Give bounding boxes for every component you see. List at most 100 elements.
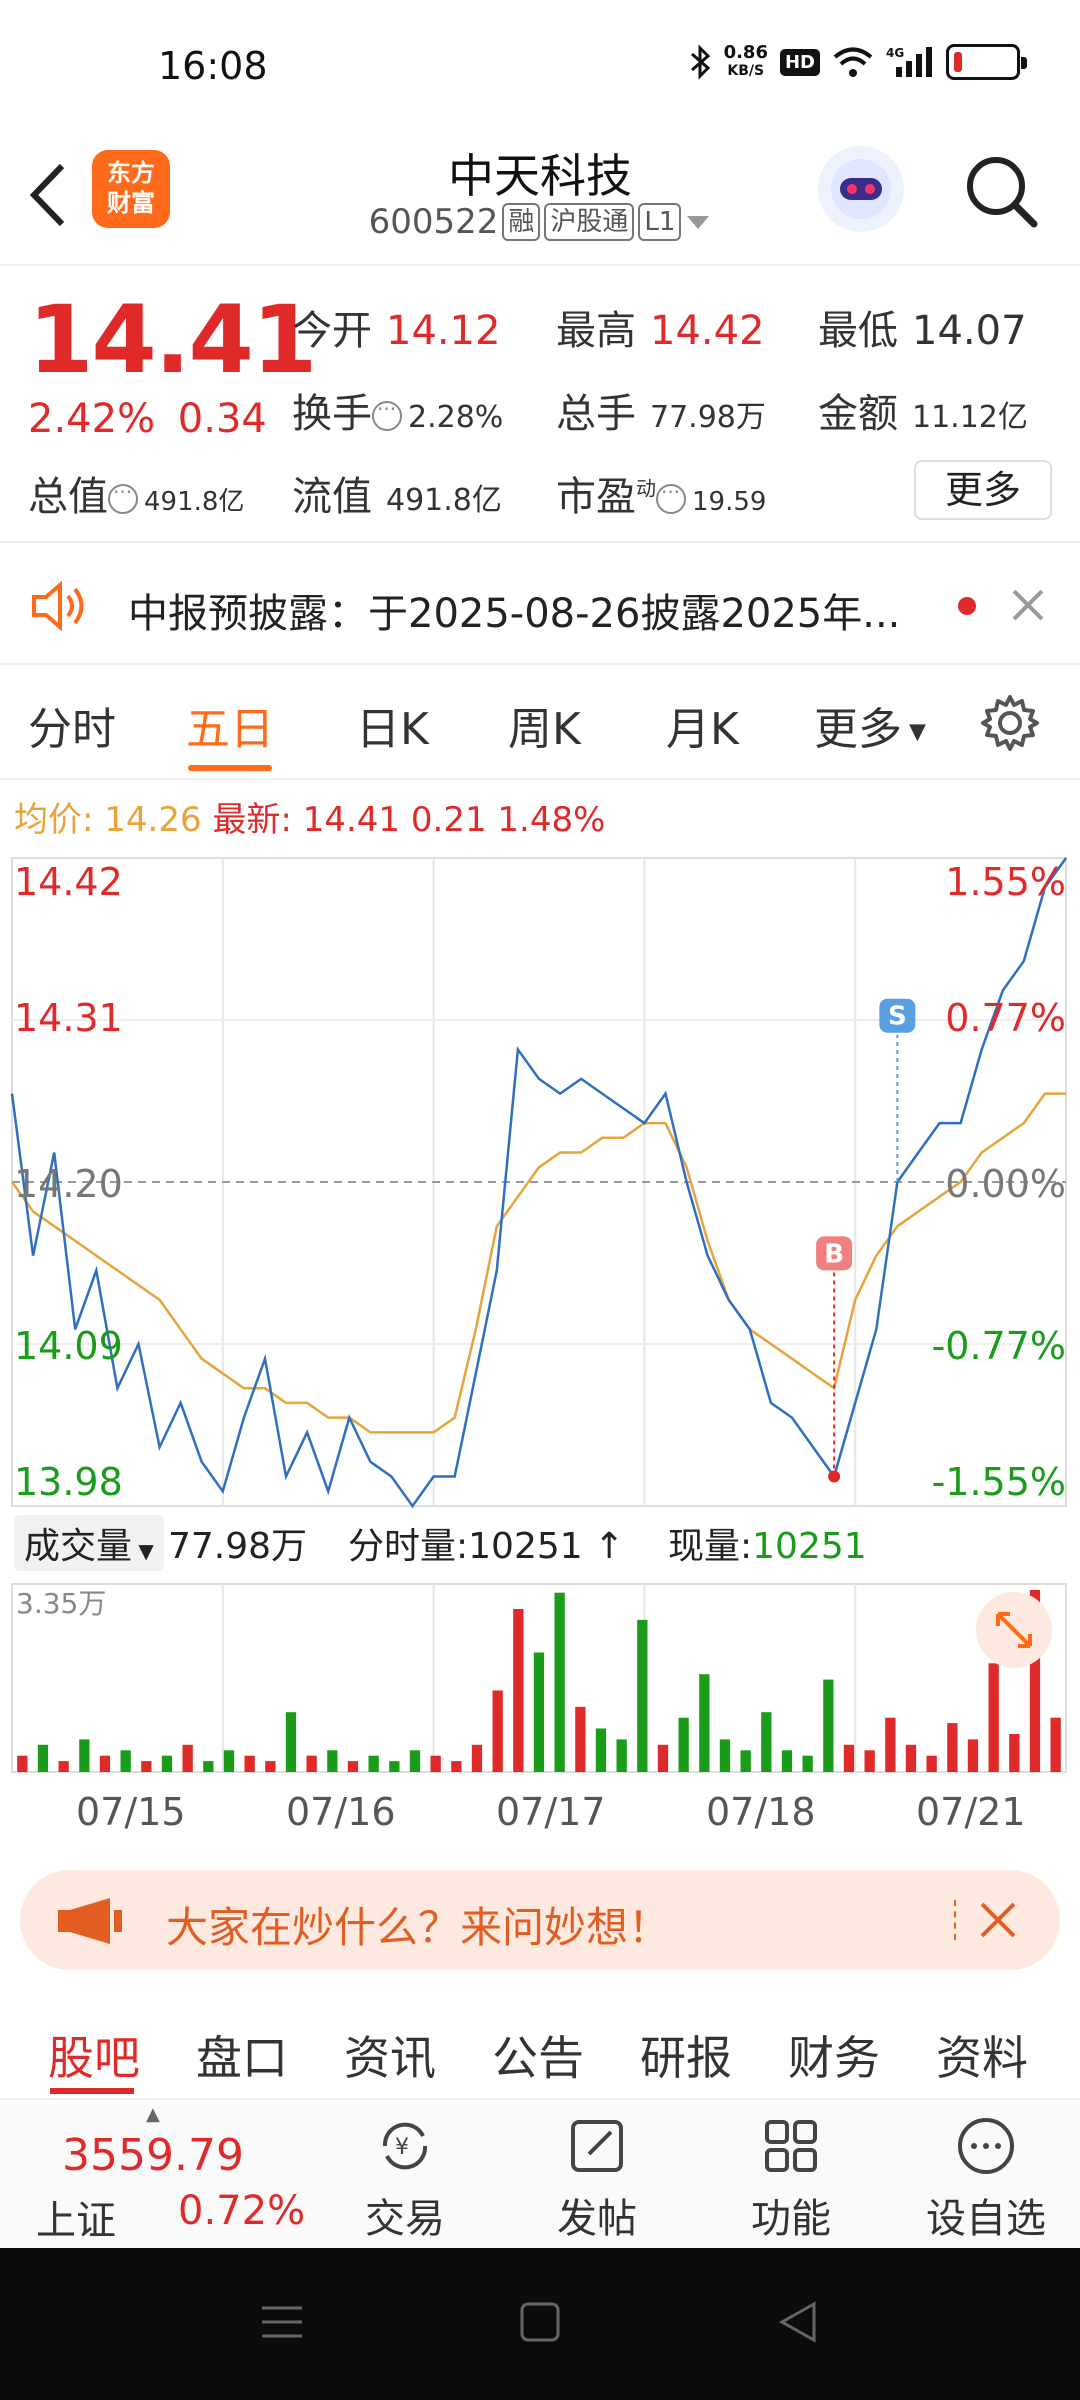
volume-max-label: 3.35万 — [16, 1587, 107, 1620]
volume-bar — [802, 1755, 813, 1772]
buy-point — [828, 1470, 841, 1483]
volume-bar — [430, 1755, 441, 1772]
tab-weekly-k[interactable]: 周K — [508, 693, 581, 757]
volume-bar — [678, 1717, 689, 1772]
bottom-bar: ▲ 3559.79 上证 0.72% ¥ 交易 发帖 功能 设自选 — [0, 2100, 1080, 2248]
info-icon — [656, 480, 686, 514]
date-tick: 07/15 — [76, 1790, 186, 1834]
volume-bar — [575, 1706, 586, 1772]
system-nav-bar — [0, 2248, 1080, 2400]
y-left-tick: 14.42 — [14, 860, 123, 904]
battery-icon — [946, 44, 1027, 80]
turnover-cell[interactable]: 换手2.28% — [292, 381, 503, 439]
volume-bar — [99, 1755, 111, 1772]
y-right-tick: 0.77% — [945, 996, 1066, 1040]
active-tab-indicator — [188, 765, 272, 771]
close-icon[interactable] — [978, 1900, 1018, 1940]
nav-add-watchlist[interactable]: 设自选 — [916, 2114, 1056, 2244]
mktcap-cell[interactable]: 总值491.8亿 — [28, 464, 244, 522]
back-arrow-icon[interactable] — [26, 160, 70, 230]
divider — [954, 1900, 956, 1940]
index-value: 3559.79 — [62, 2130, 244, 2181]
date-tick: 07/17 — [496, 1790, 606, 1834]
edit-icon — [571, 2120, 623, 2172]
more-circle-icon — [958, 2118, 1014, 2174]
wifi-icon — [833, 47, 873, 77]
assistant-avatar[interactable] — [818, 146, 904, 232]
ask-banner[interactable]: 大家在炒什么？来问妙想！ — [20, 1870, 1060, 1970]
volume-bar — [905, 1744, 917, 1772]
index-change: 0.72% — [178, 2188, 306, 2234]
volume-chart[interactable]: 3.35万 — [0, 1578, 1080, 1778]
grid-icon — [765, 2120, 817, 2172]
subtab-forum[interactable]: 股吧 — [48, 2022, 140, 2088]
subtab-orderbook[interactable]: 盘口 — [196, 2022, 288, 2088]
tab-intraday[interactable]: 分时 — [28, 693, 116, 757]
sub-tabs: 股吧 盘口 资讯 公告 研报 财务 资料 — [0, 1990, 1080, 2100]
volume-bar — [843, 1744, 855, 1772]
status-icons: 0.86 KB/S HD 4G — [690, 44, 1027, 80]
home-icon[interactable] — [516, 2298, 564, 2350]
tab-daily-k[interactable]: 日K — [356, 693, 429, 757]
info-icon — [108, 480, 138, 514]
ask-text: 大家在炒什么？来问妙想！ — [166, 1903, 671, 1952]
volume-bar — [823, 1679, 834, 1772]
volume-bar — [533, 1652, 545, 1772]
tab-more[interactable]: 更多 ▼ — [814, 693, 926, 757]
subtab-announcements[interactable]: 公告 — [492, 2022, 584, 2088]
subtab-finance[interactable]: 财务 — [788, 2022, 880, 2088]
stock-code-line[interactable]: 600522 融 沪股通 L1 — [340, 202, 740, 242]
volume-selector[interactable]: 成交量 ▼ — [14, 1515, 164, 1571]
tab-five-day[interactable]: 五日 — [186, 693, 274, 757]
bluetooth-icon — [690, 44, 710, 80]
subtab-profile[interactable]: 资料 — [936, 2022, 1028, 2088]
date-tick: 07/21 — [916, 1790, 1026, 1834]
pe-cell[interactable]: 市盈动19.59 — [556, 464, 766, 522]
tab-monthly-k[interactable]: 月K — [666, 693, 739, 757]
stock-code: 600522 — [368, 202, 499, 242]
avg-price-line — [10, 1092, 1066, 1434]
volume-bar — [719, 1739, 731, 1772]
nav-trade[interactable]: ¥ 交易 — [340, 2114, 470, 2244]
gear-icon[interactable] — [980, 693, 1040, 753]
notice-bar[interactable]: 中报预披露：于2025-08-26披露2025年... — [0, 545, 1080, 665]
volume-bar — [244, 1755, 255, 1772]
expand-icon[interactable] — [976, 1592, 1052, 1668]
subtab-news[interactable]: 资讯 — [344, 2022, 436, 2088]
y-left-tick: 14.09 — [14, 1324, 123, 1368]
volume-bar — [120, 1750, 131, 1772]
low-cell: 最低 14.07 — [818, 308, 1027, 354]
volume-bar — [182, 1744, 193, 1772]
nav-post[interactable]: 发帖 — [532, 2114, 662, 2244]
subtab-research[interactable]: 研报 — [640, 2022, 732, 2088]
hd-badge: HD — [779, 48, 820, 76]
amount-cell: 金额 11.12亿 — [818, 391, 1028, 437]
volume-bar — [389, 1761, 400, 1772]
nav-functions[interactable]: 功能 — [726, 2114, 856, 2244]
trade-icon: ¥ — [382, 2122, 428, 2170]
volume-bar — [17, 1755, 28, 1772]
volume-bar — [471, 1744, 483, 1772]
y-left-tick: 14.20 — [14, 1162, 123, 1206]
volume-bar — [161, 1755, 173, 1772]
five-day-chart[interactable]: BS 14.42 14.31 14.20 14.09 13.98 1.55% 0… — [0, 850, 1080, 1510]
volume-bar — [327, 1750, 338, 1772]
volume-bar — [988, 1663, 999, 1772]
y-right-tick: 1.55% — [945, 860, 1066, 904]
y-right-tick: 0.00% — [945, 1162, 1066, 1206]
open-cell: 今开 14.12 — [292, 308, 501, 354]
megaphone-icon — [58, 1898, 122, 1944]
search-icon[interactable] — [962, 152, 1042, 232]
volume-bar — [368, 1755, 379, 1772]
chevron-down-icon — [687, 216, 710, 229]
back-icon[interactable] — [774, 2298, 822, 2350]
close-icon[interactable] — [1008, 585, 1048, 625]
more-quote-button[interactable]: 更多 — [914, 460, 1052, 520]
volume-bar — [554, 1592, 565, 1772]
svg-text:¥: ¥ — [395, 2135, 409, 2160]
volume-bar — [947, 1723, 958, 1772]
menu-icon[interactable] — [258, 2298, 306, 2350]
volume-bar — [451, 1761, 462, 1772]
y-right-tick: -0.77% — [931, 1324, 1066, 1368]
app-logo[interactable]: 东方 财富 — [92, 150, 170, 228]
